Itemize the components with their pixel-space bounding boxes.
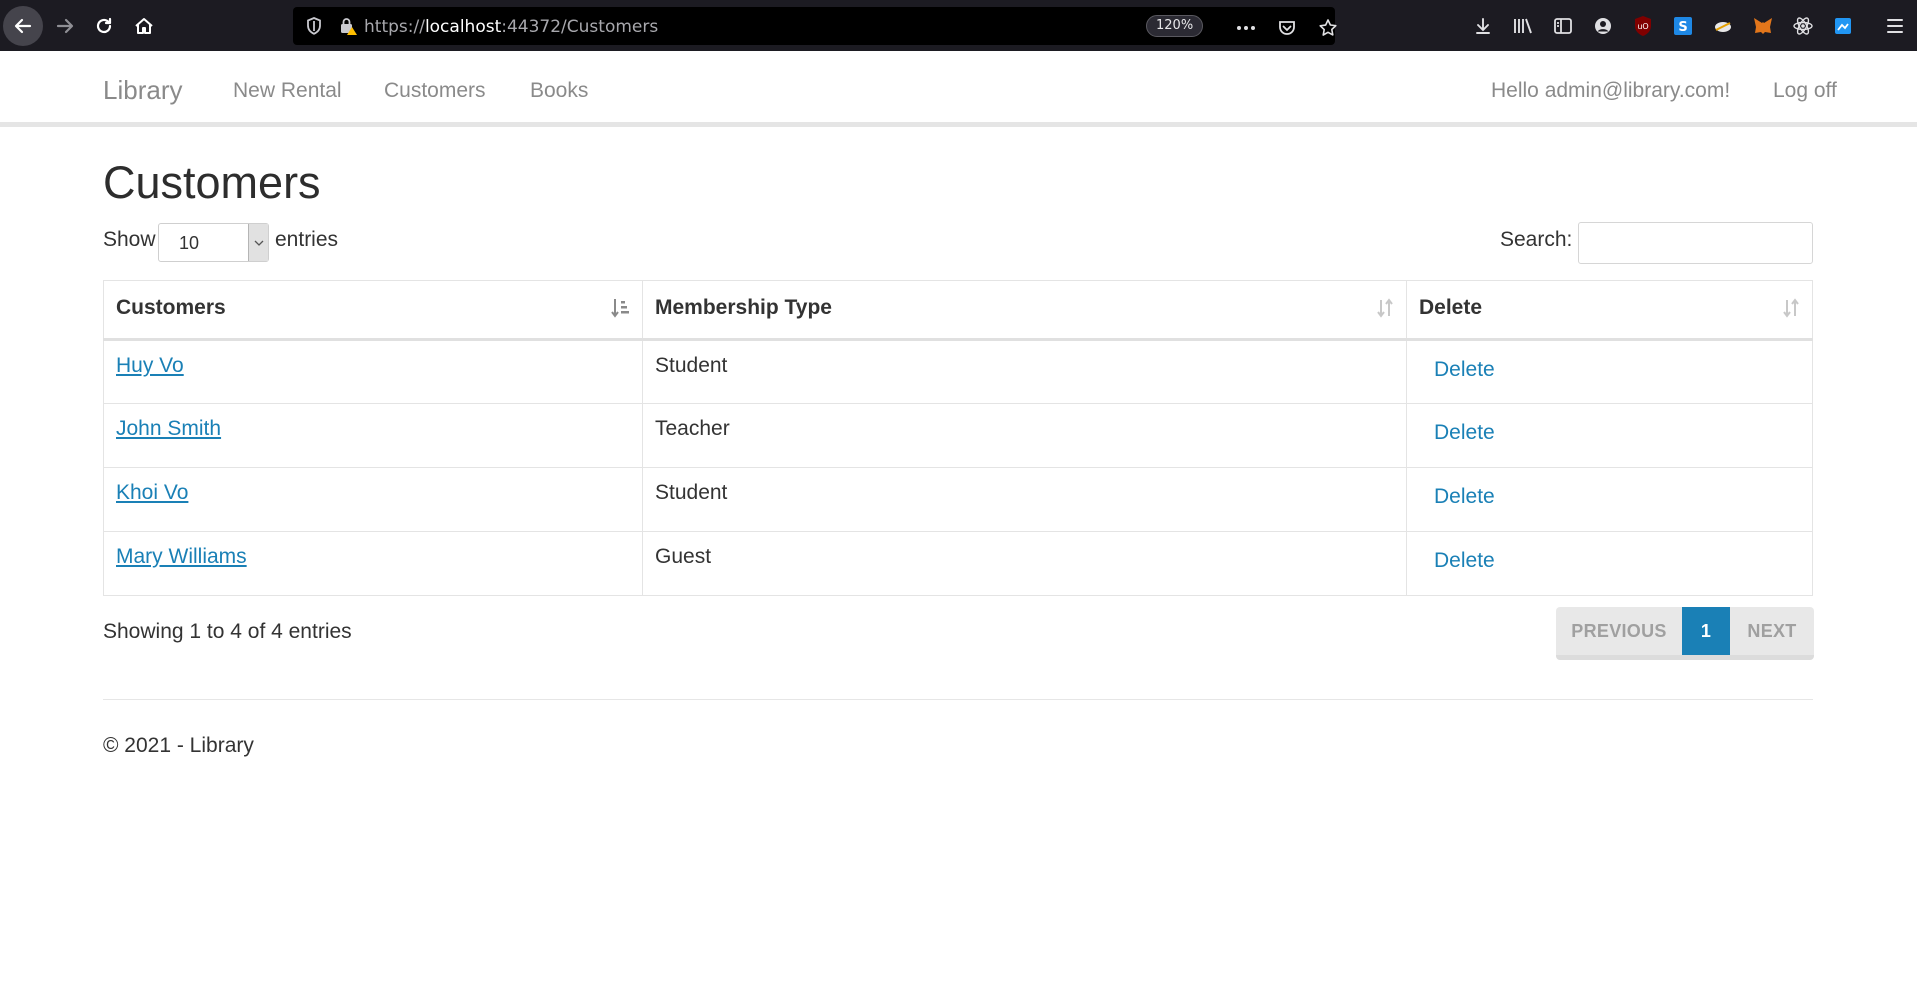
next-page-button[interactable]: NEXT [1730, 607, 1814, 655]
membership-type-cell: Student [642, 467, 1407, 532]
library-icon [1514, 18, 1532, 34]
search-label: Search: [1500, 228, 1573, 251]
insecure-lock-icon[interactable] [338, 16, 358, 36]
membership-type-cell: Teacher [642, 403, 1407, 468]
app-navbar: Library New Rental Customers Books Hello… [0, 51, 1917, 127]
column-header-label: Delete [1419, 296, 1483, 319]
table-row: Khoi Vo Student Delete [103, 467, 1813, 532]
account-button[interactable] [1590, 13, 1616, 39]
footer-text: © 2021 - Library [103, 734, 254, 757]
entries-label: entries [275, 228, 339, 251]
account-icon [1595, 18, 1611, 34]
page-title: Customers [103, 157, 321, 208]
column-header-customers[interactable]: Customers [103, 280, 643, 341]
metamask-icon [1754, 18, 1772, 34]
browser-toolbar: https://localhost:44372/Customers 120% u… [0, 0, 1917, 51]
menu-icon [1887, 19, 1903, 33]
bookmark-button[interactable] [1315, 15, 1341, 41]
library-button[interactable] [1510, 13, 1536, 39]
membership-type-cell: Student [642, 339, 1407, 404]
extension-s-icon: S [1674, 17, 1692, 35]
svg-text:uO: uO [1637, 22, 1648, 31]
page-1-button[interactable]: 1 [1682, 607, 1730, 655]
ublock-button[interactable]: uO [1630, 13, 1656, 39]
sort-ascending-icon [611, 299, 629, 318]
zoom-indicator[interactable]: 120% [1146, 15, 1204, 37]
column-header-label: Customers [116, 296, 226, 319]
nav-books[interactable]: Books [530, 79, 588, 103]
sort-both-icon [1377, 298, 1393, 318]
nav-new-rental[interactable]: New Rental [233, 79, 342, 103]
extension-blue-button[interactable] [1830, 13, 1856, 39]
metamask-button[interactable] [1750, 13, 1776, 39]
nav-customers[interactable]: Customers [384, 79, 486, 103]
membership-type-cell: Guest [642, 531, 1407, 596]
column-header-membership-type[interactable]: Membership Type [642, 280, 1407, 341]
chevron-down-icon [248, 224, 268, 261]
extension-s-button[interactable]: S [1670, 13, 1696, 39]
customer-link[interactable]: Khoi Vo [116, 481, 188, 504]
table-header-row: Customers Membership Type Delete [103, 280, 1813, 341]
extension-bird-button[interactable] [1710, 13, 1736, 39]
back-button[interactable] [3, 6, 43, 46]
extension-bird-icon [1715, 22, 1731, 32]
forward-button[interactable] [45, 6, 85, 46]
react-devtools-icon [1793, 17, 1813, 35]
footer-divider [103, 699, 1813, 700]
table-row: Mary Williams Guest Delete [103, 531, 1813, 596]
page-actions-button[interactable] [1233, 15, 1259, 41]
show-label: Show [103, 228, 156, 251]
react-devtools-button[interactable] [1790, 13, 1816, 39]
brand-link[interactable]: Library [103, 75, 182, 106]
more-icon [1237, 26, 1255, 30]
home-button[interactable] [124, 6, 164, 46]
home-icon [135, 18, 153, 34]
table-row: Huy Vo Student Delete [103, 339, 1813, 404]
reload-icon [96, 17, 112, 34]
reload-button[interactable] [84, 6, 124, 46]
forward-icon [56, 18, 74, 34]
table-info: Showing 1 to 4 of 4 entries [103, 620, 352, 643]
search-input[interactable] [1578, 222, 1813, 264]
user-greeting-link[interactable]: Hello admin@library.com! [1491, 79, 1730, 103]
pagination: PREVIOUS 1 NEXT [1556, 607, 1814, 660]
column-header-label: Membership Type [655, 296, 832, 319]
url-text[interactable]: https://localhost:44372/Customers [364, 17, 658, 37]
ublock-icon: uO [1635, 16, 1651, 36]
delete-button[interactable]: Delete [1434, 358, 1495, 381]
delete-button[interactable]: Delete [1434, 485, 1495, 508]
table-row: John Smith Teacher Delete [103, 403, 1813, 468]
customer-link[interactable]: Huy Vo [116, 354, 184, 377]
app-menu-button[interactable] [1882, 13, 1908, 39]
sidebar-icon [1554, 18, 1572, 34]
page-length-select[interactable]: 10 [158, 223, 269, 262]
pocket-icon [1279, 21, 1295, 35]
download-icon [1476, 18, 1490, 34]
customer-link[interactable]: John Smith [116, 417, 221, 440]
svg-text:S: S [1678, 20, 1687, 35]
sort-both-icon [1783, 298, 1799, 318]
extension-blue-icon [1835, 18, 1851, 34]
delete-button[interactable]: Delete [1434, 549, 1495, 572]
column-header-delete[interactable]: Delete [1406, 280, 1813, 341]
delete-button[interactable]: Delete [1434, 421, 1495, 444]
address-bar[interactable]: https://localhost:44372/Customers 120% [293, 7, 1337, 45]
previous-page-button[interactable]: PREVIOUS [1556, 607, 1682, 655]
downloads-button[interactable] [1470, 13, 1496, 39]
back-icon [14, 18, 32, 34]
bookmark-star-icon [1319, 19, 1337, 36]
shield-icon[interactable] [305, 16, 323, 36]
customers-table: Customers Membership Type Delete Huy Vo … [103, 280, 1813, 596]
log-off-link[interactable]: Log off [1773, 79, 1837, 103]
pocket-button[interactable] [1274, 15, 1300, 41]
sidebar-button[interactable] [1550, 13, 1576, 39]
customer-link[interactable]: Mary Williams [116, 545, 247, 568]
page-length-value: 10 [179, 233, 200, 253]
